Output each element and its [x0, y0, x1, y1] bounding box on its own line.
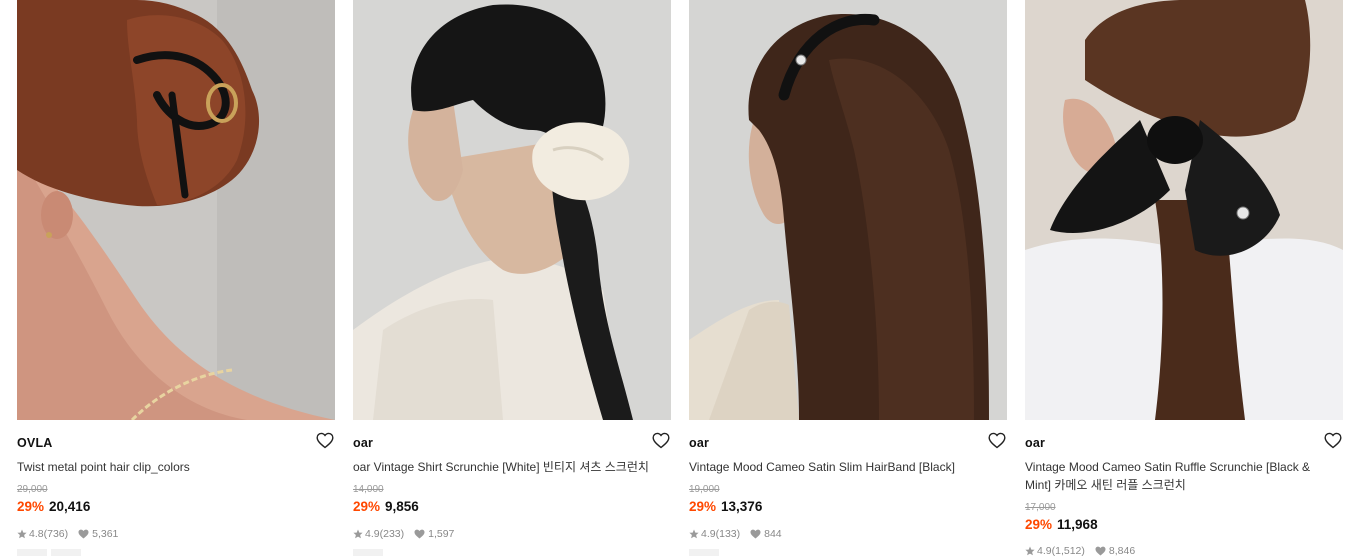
wishlist-heart-icon[interactable]	[988, 432, 1006, 449]
review-count: (233)	[379, 528, 405, 540]
badge	[17, 549, 47, 556]
likes-heart-icon	[414, 529, 425, 539]
product-image[interactable]	[353, 0, 671, 420]
product-image[interactable]	[17, 0, 335, 420]
brand-name[interactable]: OVLA	[17, 436, 53, 450]
product-title[interactable]: Vintage Mood Cameo Satin Ruffle Scrunchi…	[1025, 458, 1335, 494]
rating-value: 4.9	[1037, 545, 1052, 556]
likes-heart-icon	[1095, 546, 1106, 556]
badge-row	[17, 549, 81, 556]
badge	[353, 549, 383, 556]
badge	[51, 549, 81, 556]
likes-heart-icon	[78, 529, 89, 539]
product-stats: 4.8 (736) 5,361	[17, 528, 118, 540]
badge-row	[689, 549, 719, 556]
review-count: (1,512)	[1051, 545, 1085, 556]
review-count: (133)	[715, 528, 741, 540]
product-title[interactable]: oar Vintage Shirt Scrunchie [White] 빈티지 …	[353, 458, 663, 476]
product-title[interactable]: Vintage Mood Cameo Satin Slim HairBand […	[689, 458, 999, 476]
discount-rate: 29%	[17, 499, 45, 514]
star-icon	[353, 529, 363, 539]
rating-value: 4.9	[701, 528, 716, 540]
product-image[interactable]	[1025, 0, 1343, 420]
sale-price: 13,376	[721, 499, 763, 514]
brand-name[interactable]: oar	[1025, 436, 1045, 450]
original-price: 19,000	[689, 484, 720, 495]
product-image[interactable]	[689, 0, 1007, 420]
review-count: (736)	[43, 528, 69, 540]
star-icon	[689, 529, 699, 539]
likes-count: 5,361	[92, 528, 119, 540]
price-row: 29% 11,968	[1025, 517, 1098, 532]
likes-count: 844	[764, 528, 782, 540]
product-stats: 4.9 (1,512) 8,846	[1025, 545, 1135, 556]
product-card[interactable]: oar Vintage Mood Cameo Satin Slim HairBa…	[689, 0, 1007, 556]
star-icon	[17, 529, 27, 539]
brand-name[interactable]: oar	[353, 436, 373, 450]
discount-rate: 29%	[689, 499, 717, 514]
brand-name[interactable]: oar	[689, 436, 709, 450]
price-row: 29% 20,416	[17, 499, 90, 514]
star-icon	[1025, 546, 1035, 556]
price-row: 29% 13,376	[689, 499, 762, 514]
product-stats: 4.9 (133) 844	[689, 528, 782, 540]
likes-count: 8,846	[1108, 545, 1136, 556]
price-row: 29% 9,856	[353, 499, 419, 514]
product-grid: OVLA Twist metal point hair clip_colors …	[0, 0, 1350, 556]
product-card[interactable]: oar oar Vintage Shirt Scrunchie [White] …	[353, 0, 671, 556]
sale-price: 20,416	[49, 499, 91, 514]
product-title[interactable]: Twist metal point hair clip_colors	[17, 458, 327, 476]
likes-heart-icon	[750, 529, 761, 539]
original-price: 14,000	[353, 484, 384, 495]
badge-row	[353, 549, 383, 556]
discount-rate: 29%	[353, 499, 381, 514]
likes-count: 1,597	[428, 528, 455, 540]
wishlist-heart-icon[interactable]	[1324, 432, 1342, 449]
wishlist-heart-icon[interactable]	[316, 432, 334, 449]
sale-price: 11,968	[1057, 517, 1098, 532]
wishlist-heart-icon[interactable]	[652, 432, 670, 449]
product-card[interactable]: OVLA Twist metal point hair clip_colors …	[17, 0, 335, 556]
discount-rate: 29%	[1025, 517, 1053, 532]
original-price: 29,000	[17, 484, 48, 495]
sale-price: 9,856	[385, 499, 419, 514]
product-stats: 4.9 (233) 1,597	[353, 528, 454, 540]
rating-value: 4.9	[365, 528, 380, 540]
rating-value: 4.8	[29, 528, 44, 540]
original-price: 17,000	[1025, 502, 1056, 513]
badge	[689, 549, 719, 556]
product-card[interactable]: oar Vintage Mood Cameo Satin Ruffle Scru…	[1025, 0, 1343, 556]
